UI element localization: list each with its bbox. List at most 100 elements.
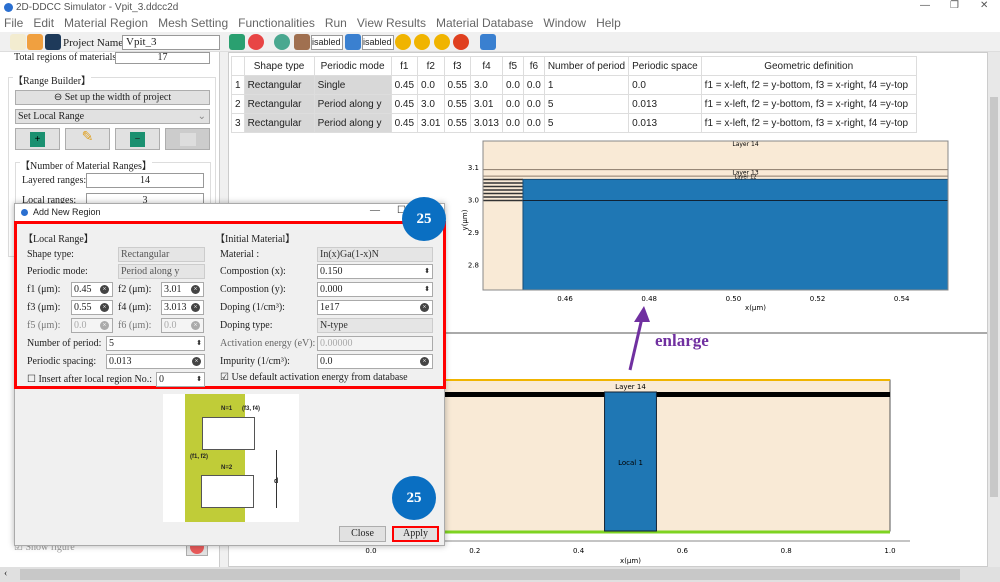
menu-file[interactable]: File bbox=[4, 16, 23, 30]
nperiod-spinbox[interactable]: 5 ⬍ bbox=[106, 336, 205, 351]
save-icon[interactable] bbox=[45, 34, 61, 50]
table-cell[interactable]: 0.013 bbox=[628, 113, 702, 133]
f4-input[interactable]: 3.013 × bbox=[161, 300, 204, 315]
table-cell[interactable]: 0.0 bbox=[502, 75, 524, 95]
menu-view-results[interactable]: View Results bbox=[357, 16, 426, 30]
periodic-mode-select[interactable]: Period along y bbox=[118, 264, 205, 279]
table-cell[interactable]: 0.0 bbox=[522, 94, 545, 114]
clear-icon[interactable]: × bbox=[191, 303, 200, 312]
shape-type-cell[interactable]: Rectangular bbox=[243, 113, 315, 133]
table-cell[interactable]: 0.45 bbox=[390, 113, 419, 133]
folder-button[interactable] bbox=[165, 128, 210, 150]
hscroll-thumb[interactable] bbox=[20, 569, 960, 580]
table-cell[interactable]: 0.0 bbox=[502, 94, 524, 114]
table-cell[interactable]: 0.55 bbox=[443, 94, 471, 114]
refresh-icon[interactable] bbox=[248, 34, 264, 50]
table-cell[interactable]: 3.0 bbox=[417, 94, 445, 114]
mesh-icon[interactable] bbox=[229, 34, 245, 50]
horizontal-scrollbar[interactable]: ‹ bbox=[0, 567, 1000, 582]
menu-material-region[interactable]: Material Region bbox=[64, 16, 148, 30]
menu-mesh-setting[interactable]: Mesh Setting bbox=[158, 16, 228, 30]
table-row[interactable]: 1 Rectangular Single 0.45 0.0 0.55 3.0 0.0 0.0 1 0… bbox=[231, 75, 917, 95]
table-cell[interactable]: f1 = x-left, f2 = y-bottom, f3 = x-right… bbox=[700, 94, 917, 114]
table-cell[interactable]: 2 bbox=[231, 94, 245, 114]
table-row[interactable]: 3 Rectangular Period along y 0.45 3.01 0.55 3.… bbox=[231, 113, 917, 133]
close-button[interactable]: Close bbox=[339, 526, 386, 542]
shape-type-select[interactable]: Rectangular bbox=[118, 247, 205, 262]
table-cell[interactable]: 5 bbox=[543, 113, 630, 133]
run-all-icon[interactable] bbox=[414, 34, 430, 50]
spin-arrows-icon[interactable]: ⬍ bbox=[424, 283, 430, 296]
list-icon[interactable] bbox=[345, 34, 361, 50]
scrollbar-thumb[interactable] bbox=[990, 97, 998, 497]
table-cell[interactable]: 0.0 bbox=[628, 75, 702, 95]
spin-arrows-icon[interactable]: ⬍ bbox=[424, 265, 430, 278]
dialog-minimize-button[interactable]: — bbox=[370, 205, 380, 216]
run-icon[interactable] bbox=[395, 34, 411, 50]
menu-help[interactable]: Help bbox=[596, 16, 621, 30]
disabled-combo-2[interactable]: isabled bbox=[362, 35, 394, 50]
chart-icon[interactable] bbox=[480, 34, 496, 50]
table-cell[interactable]: 0.013 bbox=[628, 94, 702, 114]
clear-icon[interactable]: × bbox=[100, 285, 109, 294]
open-folder-icon[interactable] bbox=[27, 34, 43, 50]
f1-input[interactable]: 0.45 × bbox=[71, 282, 113, 297]
menu-window[interactable]: Window bbox=[543, 16, 586, 30]
new-file-icon[interactable] bbox=[10, 34, 26, 50]
spacing-input[interactable]: 0.013 × bbox=[106, 354, 205, 369]
stop-icon[interactable] bbox=[453, 34, 469, 50]
material-select[interactable]: In(x)Ga(1-x)N bbox=[317, 247, 433, 262]
shape-type-cell[interactable]: Rectangular bbox=[243, 75, 315, 95]
table-cell[interactable]: 1 bbox=[231, 75, 245, 95]
table-row[interactable]: 2 Rectangular Period along y 0.45 3.0 0.55 3.0… bbox=[231, 94, 917, 114]
table-cell[interactable]: f1 = x-left, f2 = y-bottom, f3 = x-right… bbox=[700, 75, 917, 95]
insert-checkbox[interactable]: ☐ Insert after local region No.: bbox=[27, 374, 152, 385]
f3-input[interactable]: 0.55 × bbox=[71, 300, 113, 315]
table-cell[interactable]: 3.01 bbox=[469, 94, 504, 114]
spin-arrows-icon[interactable]: ⬍ bbox=[196, 373, 202, 386]
doping-type-select[interactable]: N-type bbox=[317, 318, 433, 333]
table-cell[interactable]: 0.0 bbox=[417, 75, 445, 95]
settings-icon[interactable] bbox=[274, 34, 290, 50]
table-cell[interactable]: 3.0 bbox=[469, 75, 504, 95]
doping-input[interactable]: 1e17 × bbox=[317, 300, 433, 315]
menu-edit[interactable]: Edit bbox=[33, 16, 54, 30]
minimize-button[interactable]: — bbox=[920, 0, 930, 11]
range-type-select[interactable]: Set Local Range ⌄ bbox=[15, 109, 210, 124]
apply-button[interactable]: Apply bbox=[392, 526, 439, 542]
clear-icon[interactable]: × bbox=[192, 357, 201, 366]
menu-material-database[interactable]: Material Database bbox=[436, 16, 533, 30]
periodic-mode-cell[interactable]: Period along y bbox=[313, 94, 392, 114]
compx-spinbox[interactable]: 0.150 ⬍ bbox=[317, 264, 433, 279]
table-cell[interactable]: 0.45 bbox=[390, 75, 419, 95]
table-cell[interactable]: 0.0 bbox=[522, 75, 545, 95]
remove-range-button[interactable]: − bbox=[115, 128, 160, 150]
vertical-scrollbar[interactable] bbox=[988, 52, 1000, 567]
table-cell[interactable]: 0.45 bbox=[390, 94, 419, 114]
table-cell[interactable]: 1 bbox=[543, 75, 630, 95]
shape-type-cell[interactable]: Rectangular bbox=[243, 94, 315, 114]
clear-icon[interactable]: × bbox=[420, 303, 429, 312]
table-cell[interactable]: 3.01 bbox=[417, 113, 445, 133]
insert-spinbox[interactable]: 0 ⬍ bbox=[156, 372, 205, 387]
impurity-input[interactable]: 0.0 × bbox=[317, 354, 433, 369]
spin-arrows-icon[interactable]: ⬍ bbox=[196, 337, 202, 350]
set-width-button[interactable]: ⊖ Set up the width of project bbox=[15, 90, 210, 105]
table-cell[interactable]: 0.55 bbox=[443, 75, 471, 95]
menu-functionalities[interactable]: Functionalities bbox=[238, 16, 315, 30]
clear-icon[interactable]: × bbox=[420, 357, 429, 366]
disabled-combo-1[interactable]: isabled bbox=[311, 35, 343, 50]
use-default-checkbox[interactable]: ☑ Use default activation energy from dat… bbox=[220, 372, 408, 383]
table-cell[interactable]: 0.0 bbox=[522, 113, 545, 133]
table-cell[interactable]: 5 bbox=[543, 94, 630, 114]
table-cell[interactable]: f1 = x-left, f2 = y-bottom, f3 = x-right… bbox=[700, 113, 917, 133]
scroll-left-icon[interactable]: ‹ bbox=[4, 568, 7, 579]
close-window-button[interactable]: ✕ bbox=[980, 0, 988, 11]
add-range-button[interactable]: + bbox=[15, 128, 60, 150]
table-cell[interactable]: 3 bbox=[231, 113, 245, 133]
run-batch-icon[interactable] bbox=[434, 34, 450, 50]
clear-icon[interactable]: × bbox=[191, 285, 200, 294]
edit-range-button[interactable]: ✎ bbox=[65, 128, 110, 150]
periodic-mode-cell[interactable]: Period along y bbox=[313, 113, 392, 133]
table-cell[interactable]: 3.013 bbox=[469, 113, 504, 133]
